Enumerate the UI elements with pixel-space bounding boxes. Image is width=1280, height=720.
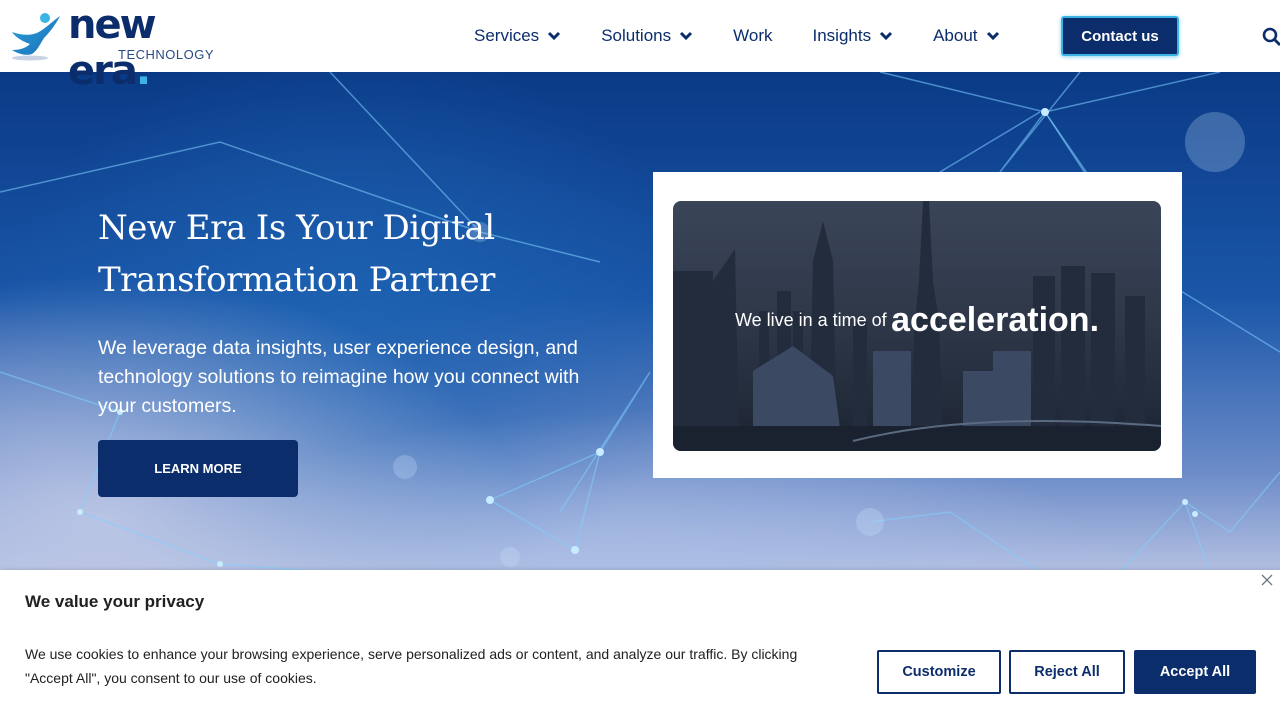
hero-title: New Era Is Your Digital Transformation P… <box>98 208 495 300</box>
logo[interactable]: new era. TECHNOLOGY <box>8 2 238 94</box>
chevron-down-icon <box>986 31 999 41</box>
customize-button[interactable]: Customize <box>877 650 1001 694</box>
nav-label: Insights <box>812 26 872 45</box>
cookie-consent-banner: We value your privacy We use cookies to … <box>0 570 1280 720</box>
site-header: new era. TECHNOLOGY Services Solutions W… <box>0 0 1280 94</box>
chevron-down-icon <box>680 31 693 41</box>
caption-big-text: acceleration. <box>891 301 1100 339</box>
nav-item-about[interactable]: About <box>933 24 999 48</box>
city-skyline-video[interactable]: We live in a time of acceleration. <box>673 201 1161 451</box>
hero-video-card: We live in a time of acceleration. <box>653 172 1182 478</box>
nav-item-services[interactable]: Services <box>474 24 561 48</box>
cookie-description: We use cookies to enhance your browsing … <box>25 646 798 686</box>
chevron-down-icon <box>880 31 893 41</box>
cookie-title: We value your privacy <box>25 592 205 611</box>
search-icon[interactable] <box>1262 27 1280 47</box>
nav-label: Work <box>733 26 773 45</box>
logo-figure-icon <box>12 13 60 61</box>
logo-subtitle: TECHNOLOGY <box>118 47 215 62</box>
close-icon[interactable] <box>1260 573 1274 587</box>
contact-us-button[interactable]: Contact us <box>1061 16 1179 56</box>
chevron-down-icon <box>548 31 561 41</box>
nav-item-work[interactable]: Work <box>733 24 772 48</box>
hero-section: New Era Is Your Digital Transformation P… <box>0 72 1280 572</box>
learn-more-button[interactable]: LEARN MORE <box>98 440 298 497</box>
accept-all-button[interactable]: Accept All <box>1134 650 1256 694</box>
nav-item-solutions[interactable]: Solutions <box>601 24 693 48</box>
caption-small-text: We live in a time of <box>734 310 887 330</box>
nav-label: About <box>933 26 978 45</box>
main-nav: Services Solutions Work Insights About <box>474 24 1040 48</box>
video-caption: We live in a time of acceleration. <box>673 301 1161 340</box>
hero-description: We leverage data insights, user experien… <box>98 337 580 417</box>
nav-label: Services <box>474 26 540 45</box>
reject-all-button[interactable]: Reject All <box>1009 650 1125 694</box>
nav-item-insights[interactable]: Insights <box>812 24 893 48</box>
nav-label: Solutions <box>601 26 672 45</box>
